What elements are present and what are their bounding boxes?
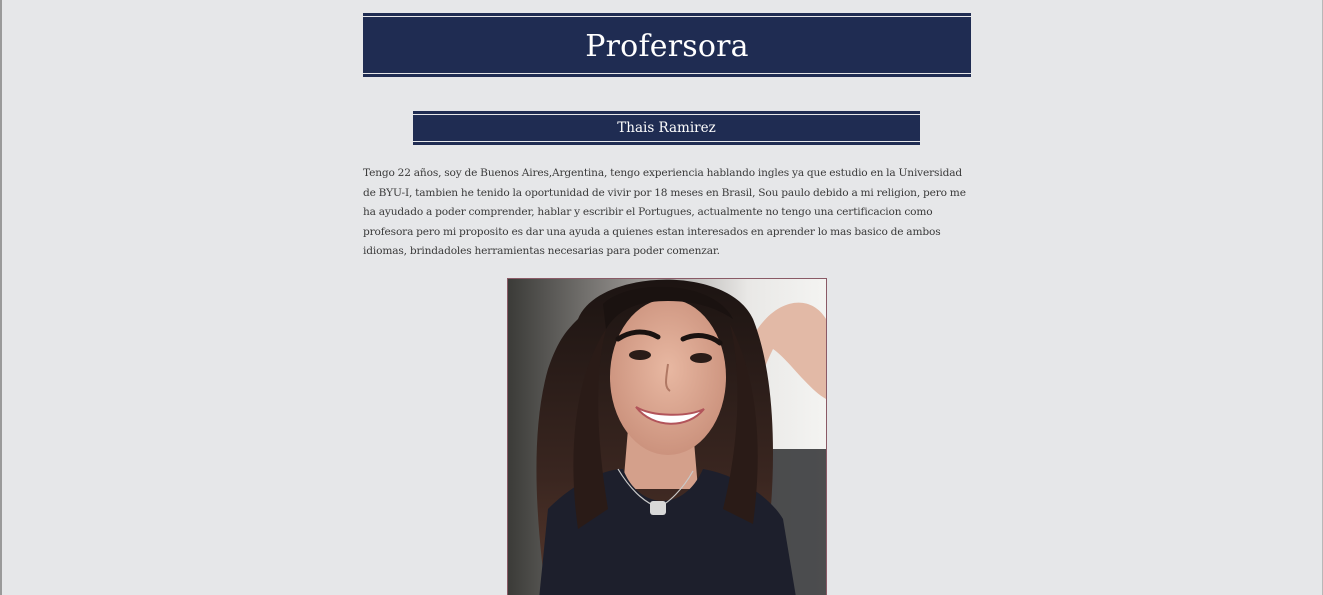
window-edge-left	[0, 0, 2, 595]
teacher-name-banner: Thais Ramirez	[413, 111, 920, 145]
teacher-photo	[507, 278, 827, 595]
teacher-name: Thais Ramirez	[617, 120, 716, 136]
page-title: Profersora	[585, 29, 749, 64]
portrait-illustration	[508, 279, 826, 595]
page-header-banner: Profersora	[363, 13, 971, 77]
teacher-bio: Tengo 22 años, soy de Buenos Aires,Argen…	[363, 167, 966, 257]
